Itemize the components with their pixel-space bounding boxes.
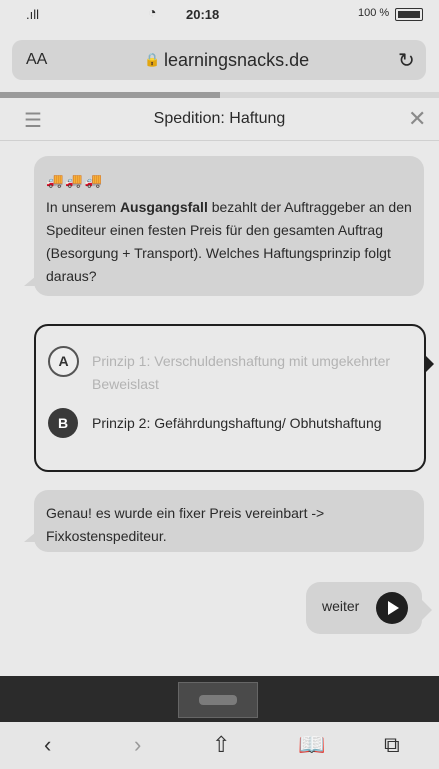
banner-thumbnail[interactable] <box>178 682 258 718</box>
text-size-button[interactable]: AA <box>26 51 47 69</box>
question-text: In unserem Ausgangsfall bezahlt der Auft… <box>46 199 412 284</box>
bubble-tail <box>422 600 432 620</box>
option-badge-b: B <box>48 408 78 438</box>
status-time: 20:18 <box>186 7 220 22</box>
feedback-bubble: Genau! es wurde ein fixer Preis vereinba… <box>24 490 424 552</box>
option-badge-a: A <box>48 346 79 377</box>
continue-button[interactable]: weiter <box>306 582 432 634</box>
topic-header: ☰ Spedition: Haftung ✕ <box>0 98 439 141</box>
bubble-tail <box>24 532 36 542</box>
battery-icon <box>395 8 423 21</box>
topic-title: Spedition: Haftung <box>153 110 286 127</box>
battery-percent: 100 % <box>358 7 390 19</box>
tabs-icon[interactable]: ⧉ <box>384 732 400 758</box>
footer-banner <box>0 676 439 722</box>
url-domain[interactable]: learningsnacks.de <box>164 50 309 71</box>
feedback-text: Genau! es wurde ein fixer Preis vereinba… <box>46 505 325 544</box>
option-label-b: Prinzip 2: Gefährdungshaftung/ Obhutshaf… <box>92 415 382 431</box>
forward-icon[interactable]: › <box>134 732 141 758</box>
reload-icon[interactable]: ↻ <box>398 48 415 73</box>
bookmarks-icon[interactable]: 📖 <box>298 732 325 758</box>
close-icon[interactable]: ✕ <box>408 106 426 132</box>
answer-choices: A Prinzip 1: Verschuldenshaftung mit umg… <box>34 324 434 472</box>
truck-icons: 🚚🚚🚚 <box>46 172 105 188</box>
bubble-tail <box>24 276 36 286</box>
browser-toolbar: ‹ › ⇧ 📖 ⧉ <box>0 722 439 769</box>
question-bubble: 🚚🚚🚚 In unserem Ausgangsfall bezahlt der … <box>24 156 424 296</box>
status-bar: .ıll ◔ 20:18 100 % <box>0 0 439 28</box>
lock-icon: 🔒 <box>144 52 161 67</box>
wifi-icon: ◔ <box>148 4 157 20</box>
option-label-a: Prinzip 1: Verschuldenshaftung mit umgek… <box>92 353 391 392</box>
continue-label: weiter <box>322 598 360 614</box>
share-icon[interactable]: ⇧ <box>212 732 230 758</box>
play-icon <box>376 592 408 624</box>
signal-icon: .ıll <box>26 7 39 22</box>
bubble-tail <box>424 354 434 374</box>
address-bar[interactable]: AA 🔒 learningsnacks.de ↻ <box>12 40 426 80</box>
back-icon[interactable]: ‹ <box>44 732 51 758</box>
